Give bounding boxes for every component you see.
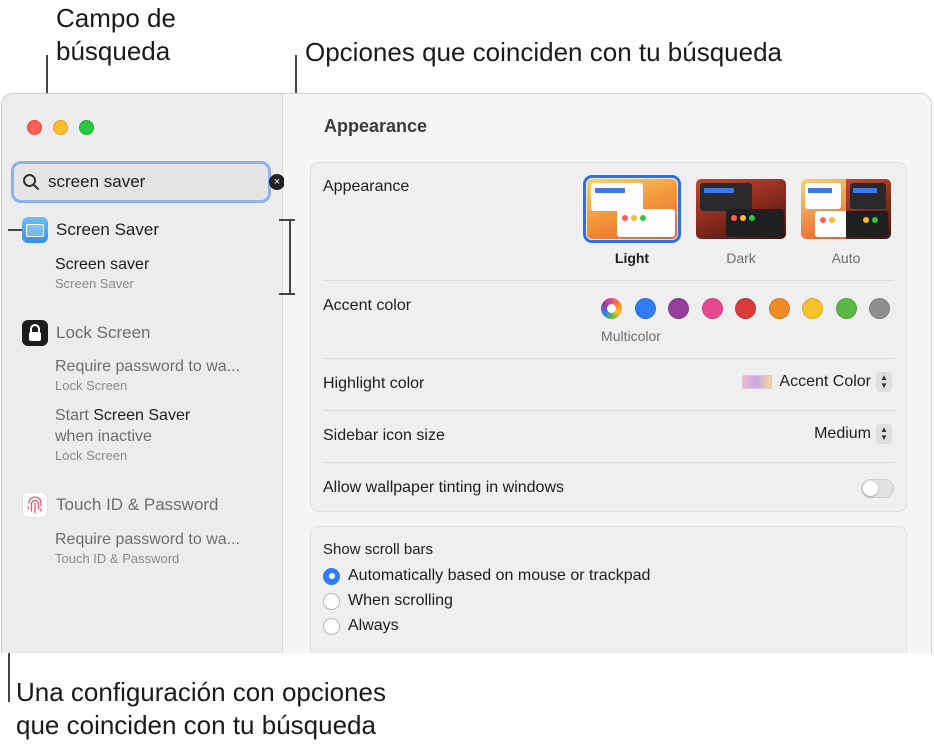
sidebar-item-label: Screen Saver <box>56 220 159 239</box>
accent-swatch-selected-ring <box>607 304 616 313</box>
match-title-prefix: Start <box>55 407 94 424</box>
callout-setting-with-options: Una configuración con opciones que coinc… <box>16 676 386 742</box>
scroll-bars-option-automatic[interactable]: Automatically based on mouse or trackpad <box>323 567 650 585</box>
wallpaper-tinting-label: Allow wallpaper tinting in windows <box>323 479 565 496</box>
scroll-bars-option-when-scrolling[interactable]: When scrolling <box>323 592 453 610</box>
match-title: Screen saver <box>55 256 150 273</box>
sidebar-item-label: Lock Screen <box>56 323 151 342</box>
sidebar-item-label: Touch ID & Password <box>56 495 219 514</box>
match-subtitle: Touch ID & Password <box>55 551 180 566</box>
scroll-bars-label: Show scroll bars <box>323 541 434 558</box>
chevron-updown-icon: ▲ ▼ <box>876 372 892 392</box>
lock-icon <box>22 320 48 346</box>
callout-setting-line1: Una configuración con opciones <box>16 677 387 707</box>
screen-saver-icon <box>22 217 48 243</box>
search-match-start-screen-saver[interactable]: Start Screen Saver when inactive Lock Sc… <box>55 405 270 465</box>
appearance-option-dark[interactable] <box>696 179 786 239</box>
accent-swatch[interactable] <box>869 298 890 319</box>
search-icon <box>23 174 39 190</box>
callout-matching-options: Opciones que coinciden con tu búsqueda <box>305 37 783 67</box>
divider <box>323 280 894 281</box>
callout-search-field-line1: Campo de <box>56 3 176 33</box>
sidebar: × Screen Saver Screen saver Screen Saver… <box>2 94 285 653</box>
match-title-line2: when inactive <box>55 428 152 445</box>
search-field[interactable]: × <box>11 161 285 203</box>
accent-swatch[interactable] <box>634 298 656 319</box>
chevron-updown-icon: ▲ ▼ <box>876 424 892 444</box>
search-match-require-password-lock[interactable]: Require password to wa... Lock Screen <box>55 356 270 395</box>
search-match-require-password-touchid[interactable]: Require password to wa... Touch ID & Pas… <box>55 529 270 568</box>
radio-label: Automatically based on mouse or trackpad <box>348 567 651 584</box>
appearance-settings-card: Appearance Light Dark Auto Accent color … <box>310 162 907 512</box>
sidebar-icon-size-popup[interactable]: Medium ▲ ▼ <box>814 424 892 444</box>
callout-bracket-top <box>279 219 295 221</box>
divider <box>323 462 894 463</box>
highlight-color-swatch <box>742 375 773 389</box>
match-subtitle: Lock Screen <box>55 378 128 393</box>
scroll-bars-card: Show scroll bars Automatically based on … <box>310 526 907 653</box>
radio-unselected <box>323 592 340 610</box>
highlight-color-popup[interactable]: Accent Color ▲ ▼ <box>742 372 892 392</box>
main-pane: Appearance Appearance Light Dark Auto Ac… <box>284 94 931 653</box>
callout-setting-tick <box>8 229 22 231</box>
accent-selected-label: Multicolor <box>601 328 661 344</box>
accent-color-label: Accent color <box>323 297 412 314</box>
appearance-option-light[interactable] <box>583 175 681 243</box>
match-subtitle: Screen Saver <box>55 276 134 291</box>
highlight-color-value: Accent Color <box>779 373 871 390</box>
callout-search-field: Campo de búsqueda <box>56 2 176 68</box>
scroll-bars-option-always[interactable]: Always <box>323 617 399 635</box>
sidebar-item-touch-id[interactable]: Touch ID & Password <box>22 492 219 518</box>
callout-setting-line2: que coinciden con tu búsqueda <box>16 710 376 740</box>
match-title: Require password to wa... <box>55 531 240 548</box>
zoom-window-button[interactable] <box>79 120 94 135</box>
fingerprint-icon <box>22 492 48 518</box>
radio-label: When scrolling <box>348 592 453 609</box>
page-title: Appearance <box>324 116 428 136</box>
search-match-screen-saver[interactable]: Screen saver Screen Saver <box>55 254 270 293</box>
accent-swatch[interactable] <box>835 298 857 319</box>
sidebar-item-lock-screen[interactable]: Lock Screen <box>22 320 151 346</box>
divider <box>323 410 894 411</box>
accent-swatch[interactable] <box>668 298 689 319</box>
appearance-option-auto[interactable] <box>801 179 891 239</box>
sidebar-item-screen-saver[interactable]: Screen Saver <box>22 217 159 243</box>
appearance-option-auto-label: Auto <box>831 250 861 266</box>
wallpaper-tinting-toggle[interactable] <box>861 479 894 498</box>
appearance-option-light-label: Light <box>614 250 650 266</box>
match-subtitle: Lock Screen <box>55 448 128 463</box>
clear-search-icon[interactable]: × <box>269 174 285 190</box>
callout-bracket-side <box>289 219 291 295</box>
accent-swatch[interactable] <box>735 298 756 319</box>
radio-unselected <box>323 617 340 635</box>
appearance-label: Appearance <box>323 178 410 195</box>
callout-bracket-bottom <box>279 293 295 295</box>
minimize-window-button[interactable] <box>53 120 68 135</box>
callout-search-field-line2: búsqueda <box>56 36 171 66</box>
search-input[interactable] <box>48 170 269 194</box>
radio-selected <box>323 567 340 585</box>
accent-swatch-multicolor[interactable] <box>601 298 622 319</box>
accent-swatch[interactable] <box>768 298 790 319</box>
settings-window: × Screen Saver Screen saver Screen Saver… <box>1 93 932 653</box>
sidebar-icon-size-value: Medium <box>814 425 871 442</box>
close-window-button[interactable] <box>27 120 42 135</box>
toggle-knob <box>863 481 878 496</box>
sidebar-icon-size-label: Sidebar icon size <box>323 427 445 444</box>
divider <box>323 358 894 359</box>
accent-swatch[interactable] <box>802 298 823 319</box>
match-title-highlight: Screen Saver <box>93 407 191 424</box>
radio-label: Always <box>348 617 399 634</box>
match-title: Start Screen Saver <box>55 405 270 426</box>
appearance-option-dark-label: Dark <box>726 250 756 266</box>
highlight-color-label: Highlight color <box>323 375 425 392</box>
accent-swatch[interactable] <box>701 298 723 319</box>
match-title: Require password to wa... <box>55 358 240 375</box>
